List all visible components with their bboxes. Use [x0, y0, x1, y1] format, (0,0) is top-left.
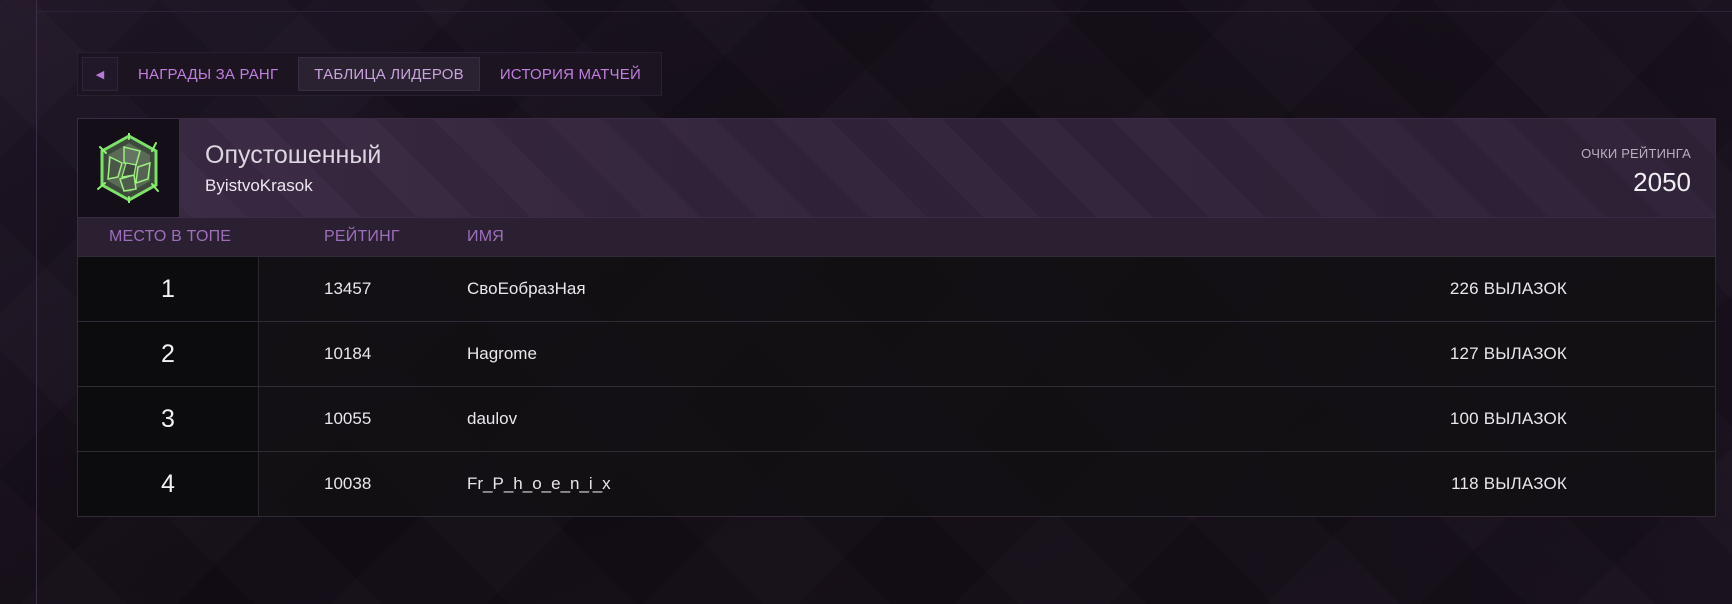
row-rating: 10184: [324, 344, 372, 363]
table-row[interactable]: 2 10184 Hagrome 127 ВЫЛАЗОК: [78, 322, 1715, 387]
row-player-name: Fr_P_h_o_e_n_i_x: [467, 474, 611, 493]
column-place: МЕСТО В ТОПЕ: [109, 228, 232, 245]
table-row[interactable]: 4 10038 Fr_P_h_o_e_n_i_x 118 ВЫЛАЗОК: [78, 452, 1715, 517]
rating-points-value: 2050: [1633, 167, 1691, 197]
leaderboard-table: 1 13457 СвоЕобразНая 226 ВЫЛАЗОК 2 10184…: [77, 256, 1716, 517]
leaderboard-screen: ◀ НАГРАДЫ ЗА РАНГ ТАБЛИЦА ЛИДЕРОВ ИСТОРИ…: [0, 0, 1732, 604]
leaderboard-panel: Опустошенный ByistvoKrasok ОЧКИ РЕЙТИНГА…: [77, 118, 1716, 517]
row-rating: 10055: [324, 409, 372, 428]
row-sorties: 118 ВЫЛАЗОК: [1451, 474, 1567, 493]
table-row[interactable]: 3 10055 daulov 100 ВЫЛАЗОК: [78, 387, 1715, 452]
back-button[interactable]: ◀: [82, 57, 118, 91]
row-player-name: СвоЕобразНая: [467, 279, 586, 298]
column-rating: РЕЙТИНГ: [324, 228, 400, 245]
tab-rank-rewards[interactable]: НАГРАДЫ ЗА РАНГ: [122, 57, 294, 91]
row-rating: 10038: [324, 474, 372, 493]
row-sorties: 127 ВЫЛАЗОК: [1449, 344, 1567, 363]
row-place: 4: [78, 452, 259, 516]
row-player-name: Hagrome: [467, 344, 537, 363]
row-player-name: daulov: [467, 409, 518, 428]
rank-emblem: [78, 119, 180, 217]
player-name: ByistvoKrasok: [205, 176, 313, 195]
player-rank-name: Опустошенный: [205, 141, 382, 169]
row-place: 2: [78, 322, 259, 386]
row-place: 1: [78, 257, 259, 321]
green-cracked-emblem-icon: [96, 133, 159, 203]
triangle-left-icon: ◀: [95, 67, 105, 81]
table-row[interactable]: 1 13457 СвоЕобразНая 226 ВЫЛАЗОК: [78, 257, 1715, 322]
row-sorties: 226 ВЫЛАЗОК: [1449, 279, 1567, 298]
player-summary: Опустошенный ByistvoKrasok ОЧКИ РЕЙТИНГА…: [77, 118, 1716, 218]
tab-match-history[interactable]: ИСТОРИЯ МАТЧЕЙ: [484, 57, 657, 91]
column-name: ИМЯ: [467, 228, 504, 245]
table-header: МЕСТО В ТОПЕ РЕЙТИНГ ИМЯ: [77, 218, 1716, 256]
row-rating: 13457: [324, 279, 372, 298]
row-place: 3: [78, 387, 259, 451]
tab-bar: ◀ НАГРАДЫ ЗА РАНГ ТАБЛИЦА ЛИДЕРОВ ИСТОРИ…: [77, 52, 662, 96]
row-sorties: 100 ВЫЛАЗОК: [1449, 409, 1567, 428]
rating-points-label: ОЧКИ РЕЙТИНГА: [1581, 146, 1691, 161]
top-divider: [37, 11, 1732, 12]
tab-leaderboard[interactable]: ТАБЛИЦА ЛИДЕРОВ: [298, 57, 480, 91]
left-divider: [36, 0, 37, 604]
